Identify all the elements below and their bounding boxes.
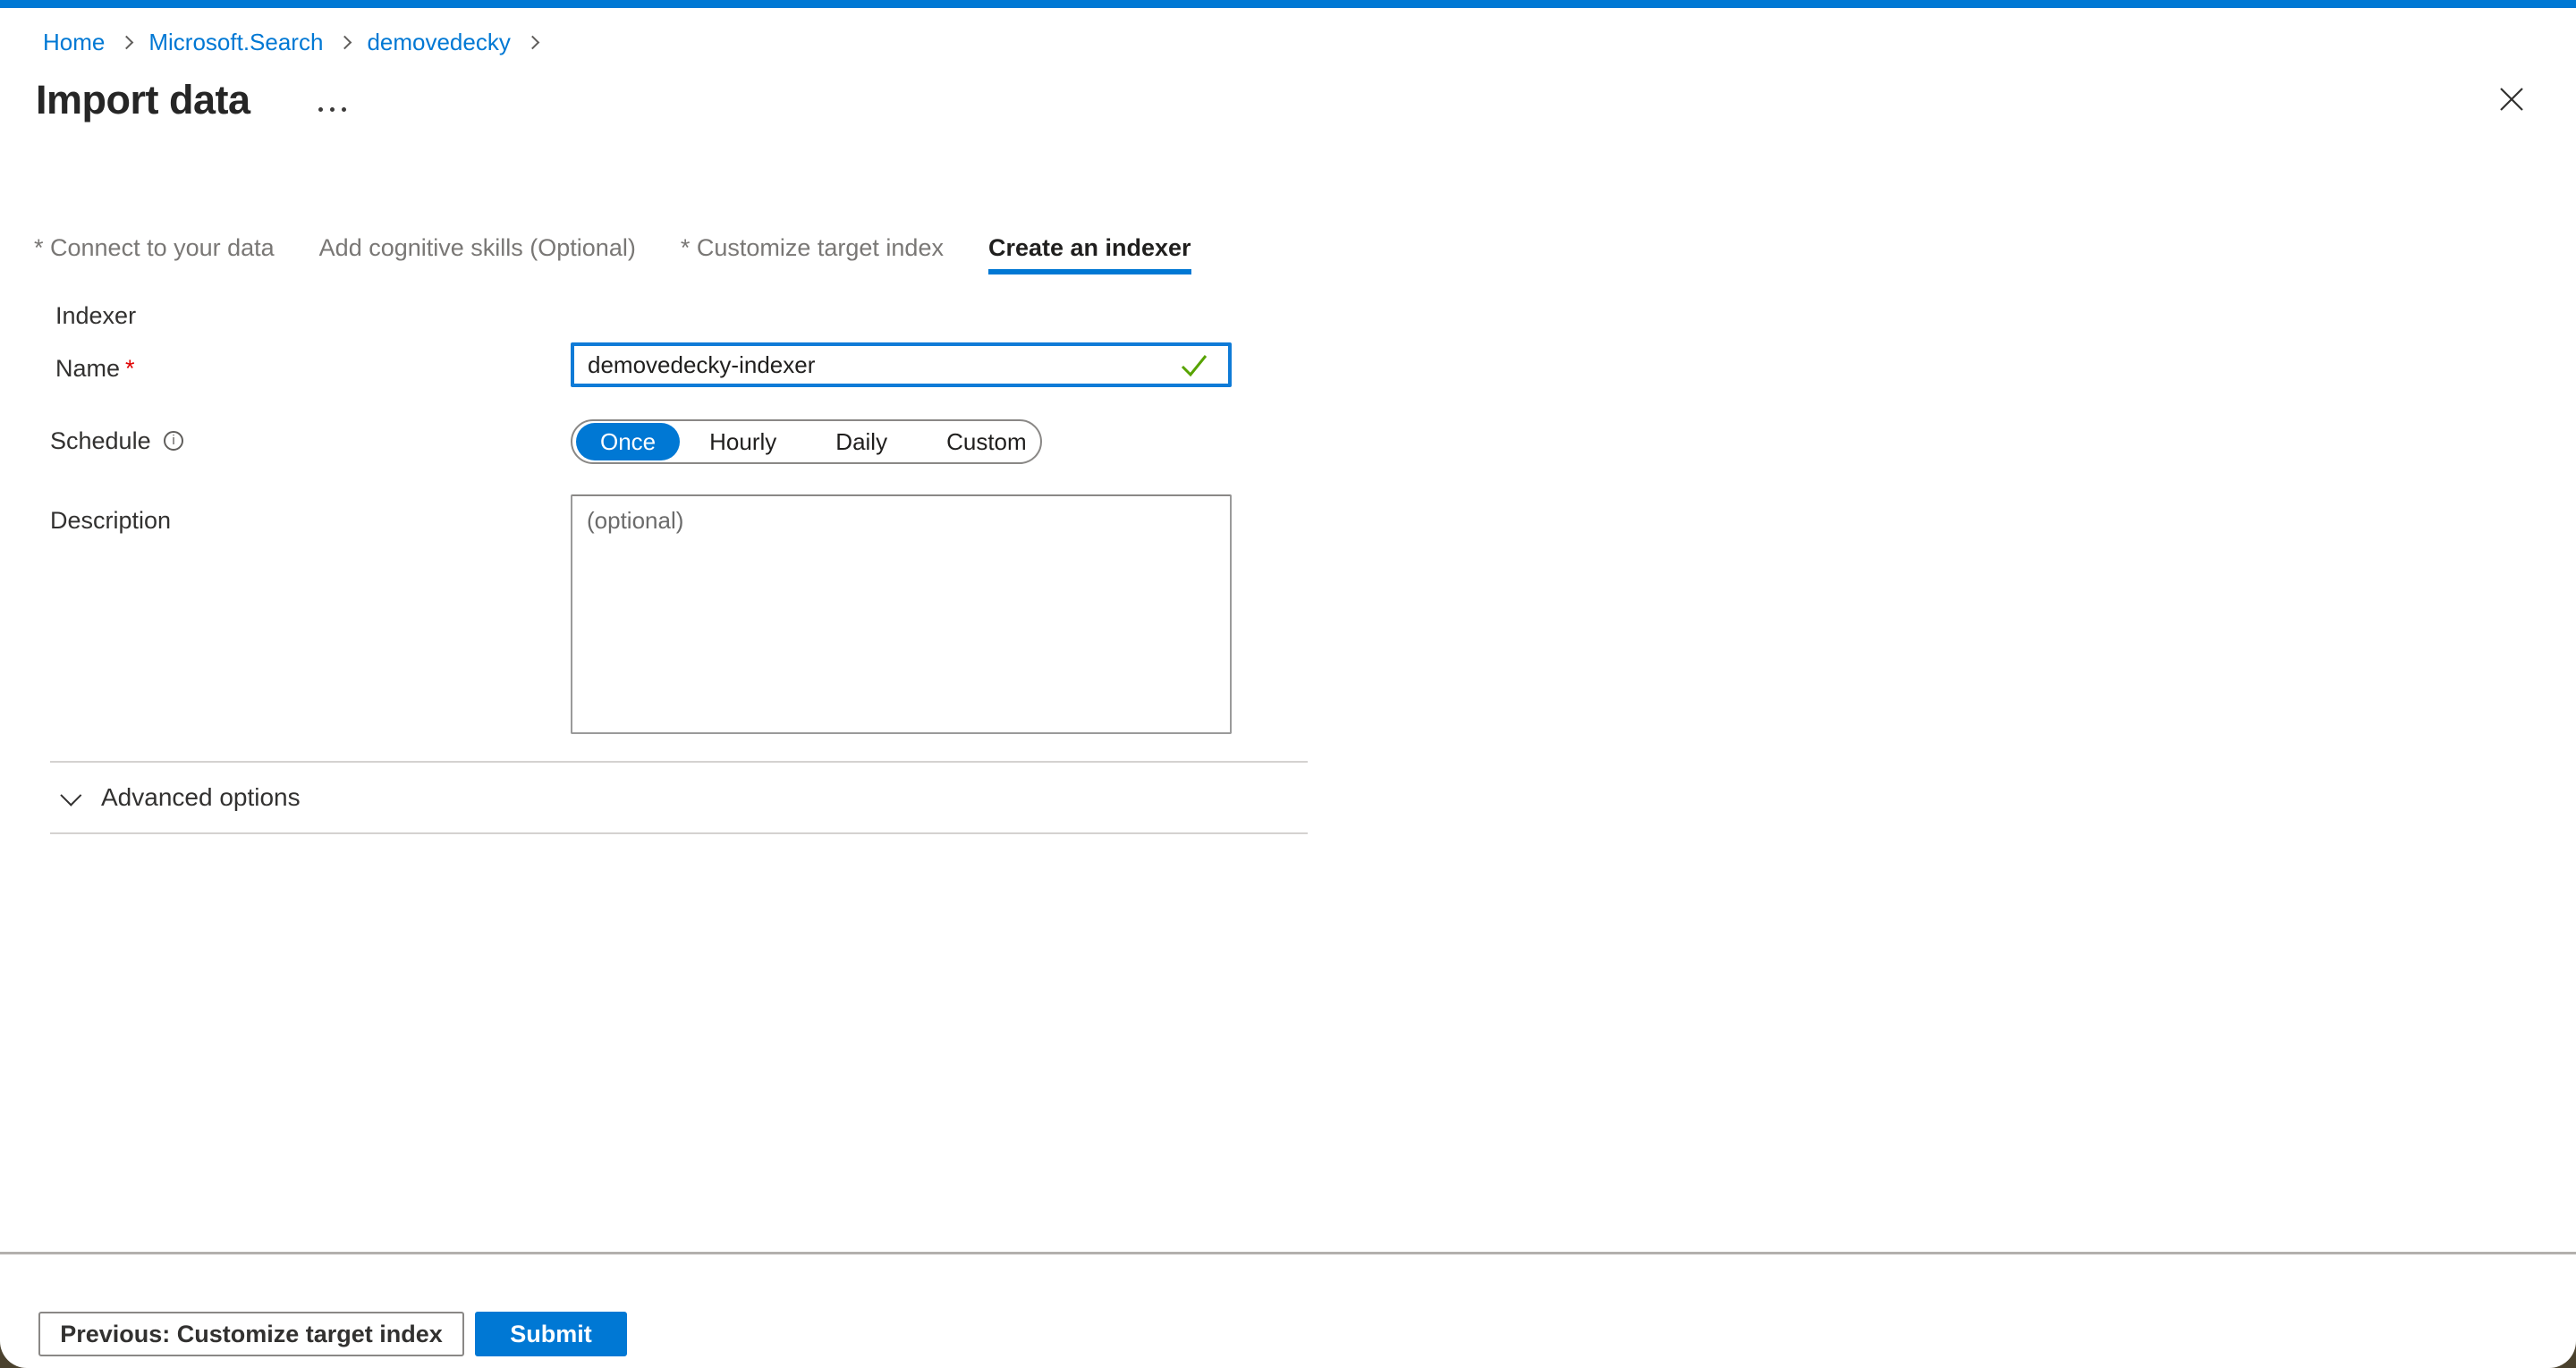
name-field-label: Name* — [55, 355, 135, 383]
schedule-field-label: Schedule — [50, 427, 151, 455]
breadcrumb-link-demovedecky[interactable]: demovedecky — [367, 29, 510, 56]
wizard-tabs: * Connect to your data Add cognitive ski… — [34, 234, 1191, 274]
breadcrumb-link-microsoft-search[interactable]: Microsoft.Search — [148, 29, 323, 56]
schedule-segmented-control: Once Hourly Daily Custom — [571, 419, 1042, 464]
tab-add-cognitive-skills[interactable]: Add cognitive skills (Optional) — [319, 234, 636, 274]
breadcrumb-separator-icon — [338, 36, 352, 50]
breadcrumb-link-home[interactable]: Home — [43, 29, 105, 56]
more-options-icon[interactable] — [315, 104, 350, 115]
submit-button[interactable]: Submit — [475, 1312, 627, 1356]
advanced-options-label: Advanced options — [101, 783, 301, 812]
info-icon[interactable]: i — [164, 431, 183, 451]
import-data-panel: Home Microsoft.Search demovedecky Import… — [0, 0, 2576, 1368]
indexer-name-input[interactable] — [571, 342, 1232, 387]
page-title: Import data — [36, 77, 250, 123]
tab-customize-target-index[interactable]: * Customize target index — [681, 234, 944, 274]
tab-create-an-indexer[interactable]: Create an indexer — [988, 234, 1191, 274]
azure-top-accent-bar — [0, 0, 2576, 8]
description-field-label: Description — [50, 507, 171, 535]
chevron-down-icon — [60, 784, 81, 806]
indexer-section-label: Indexer — [55, 302, 136, 330]
schedule-option-once[interactable]: Once — [576, 423, 680, 460]
breadcrumb-separator-icon — [120, 36, 134, 50]
schedule-option-daily[interactable]: Daily — [806, 423, 917, 460]
divider — [50, 761, 1308, 763]
breadcrumb-separator-icon — [526, 36, 540, 50]
description-textarea[interactable] — [571, 494, 1232, 734]
schedule-option-hourly[interactable]: Hourly — [680, 423, 806, 460]
advanced-options-expander[interactable]: Advanced options — [61, 780, 301, 815]
footer-divider — [0, 1252, 2576, 1254]
breadcrumb: Home Microsoft.Search demovedecky — [43, 29, 539, 56]
previous-step-button[interactable]: Previous: Customize target index — [38, 1312, 464, 1356]
close-icon[interactable] — [2497, 85, 2526, 114]
schedule-option-custom[interactable]: Custom — [917, 423, 1056, 460]
required-marker: * — [125, 355, 135, 382]
tab-connect-to-your-data[interactable]: * Connect to your data — [34, 234, 275, 274]
divider — [50, 832, 1308, 834]
